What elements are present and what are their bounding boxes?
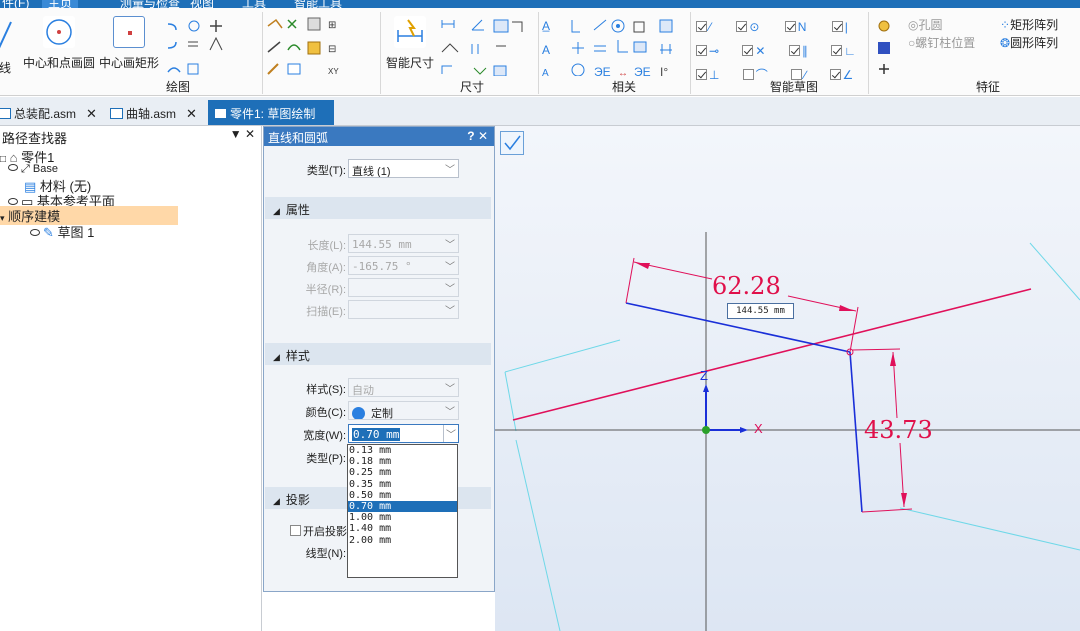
length-input-box[interactable]: 144.55 mm: [727, 303, 794, 319]
width-option[interactable]: 0.25 mm: [348, 467, 457, 478]
width-option[interactable]: 0.13 mm: [348, 445, 457, 456]
sketch-line-blue-vertical[interactable]: [849, 351, 863, 513]
width-option[interactable]: 1.00 mm: [348, 512, 457, 523]
accept-button[interactable]: [500, 131, 524, 155]
width-option[interactable]: 0.35 mm: [348, 479, 457, 490]
checkmark-icon: [504, 135, 521, 151]
sketch-geometry: [495, 232, 1080, 631]
width-option[interactable]: 2.00 mm: [348, 535, 457, 546]
width-option[interactable]: 0.50 mm: [348, 490, 457, 501]
dimension-top[interactable]: 62.28: [712, 272, 781, 300]
dimension-right[interactable]: 43.73: [864, 416, 933, 444]
origin-marker: [702, 426, 710, 434]
width-option[interactable]: 1.40 mm: [348, 523, 457, 534]
width-dropdown-list[interactable]: 0.13 mm 0.18 mm 0.25 mm 0.35 mm 0.50 mm …: [347, 444, 458, 578]
axis-z-label: Z: [700, 368, 708, 383]
axis-x-label: X: [754, 421, 763, 436]
width-option[interactable]: 0.18 mm: [348, 456, 457, 467]
width-option-selected[interactable]: 0.70 mm: [348, 500, 457, 513]
